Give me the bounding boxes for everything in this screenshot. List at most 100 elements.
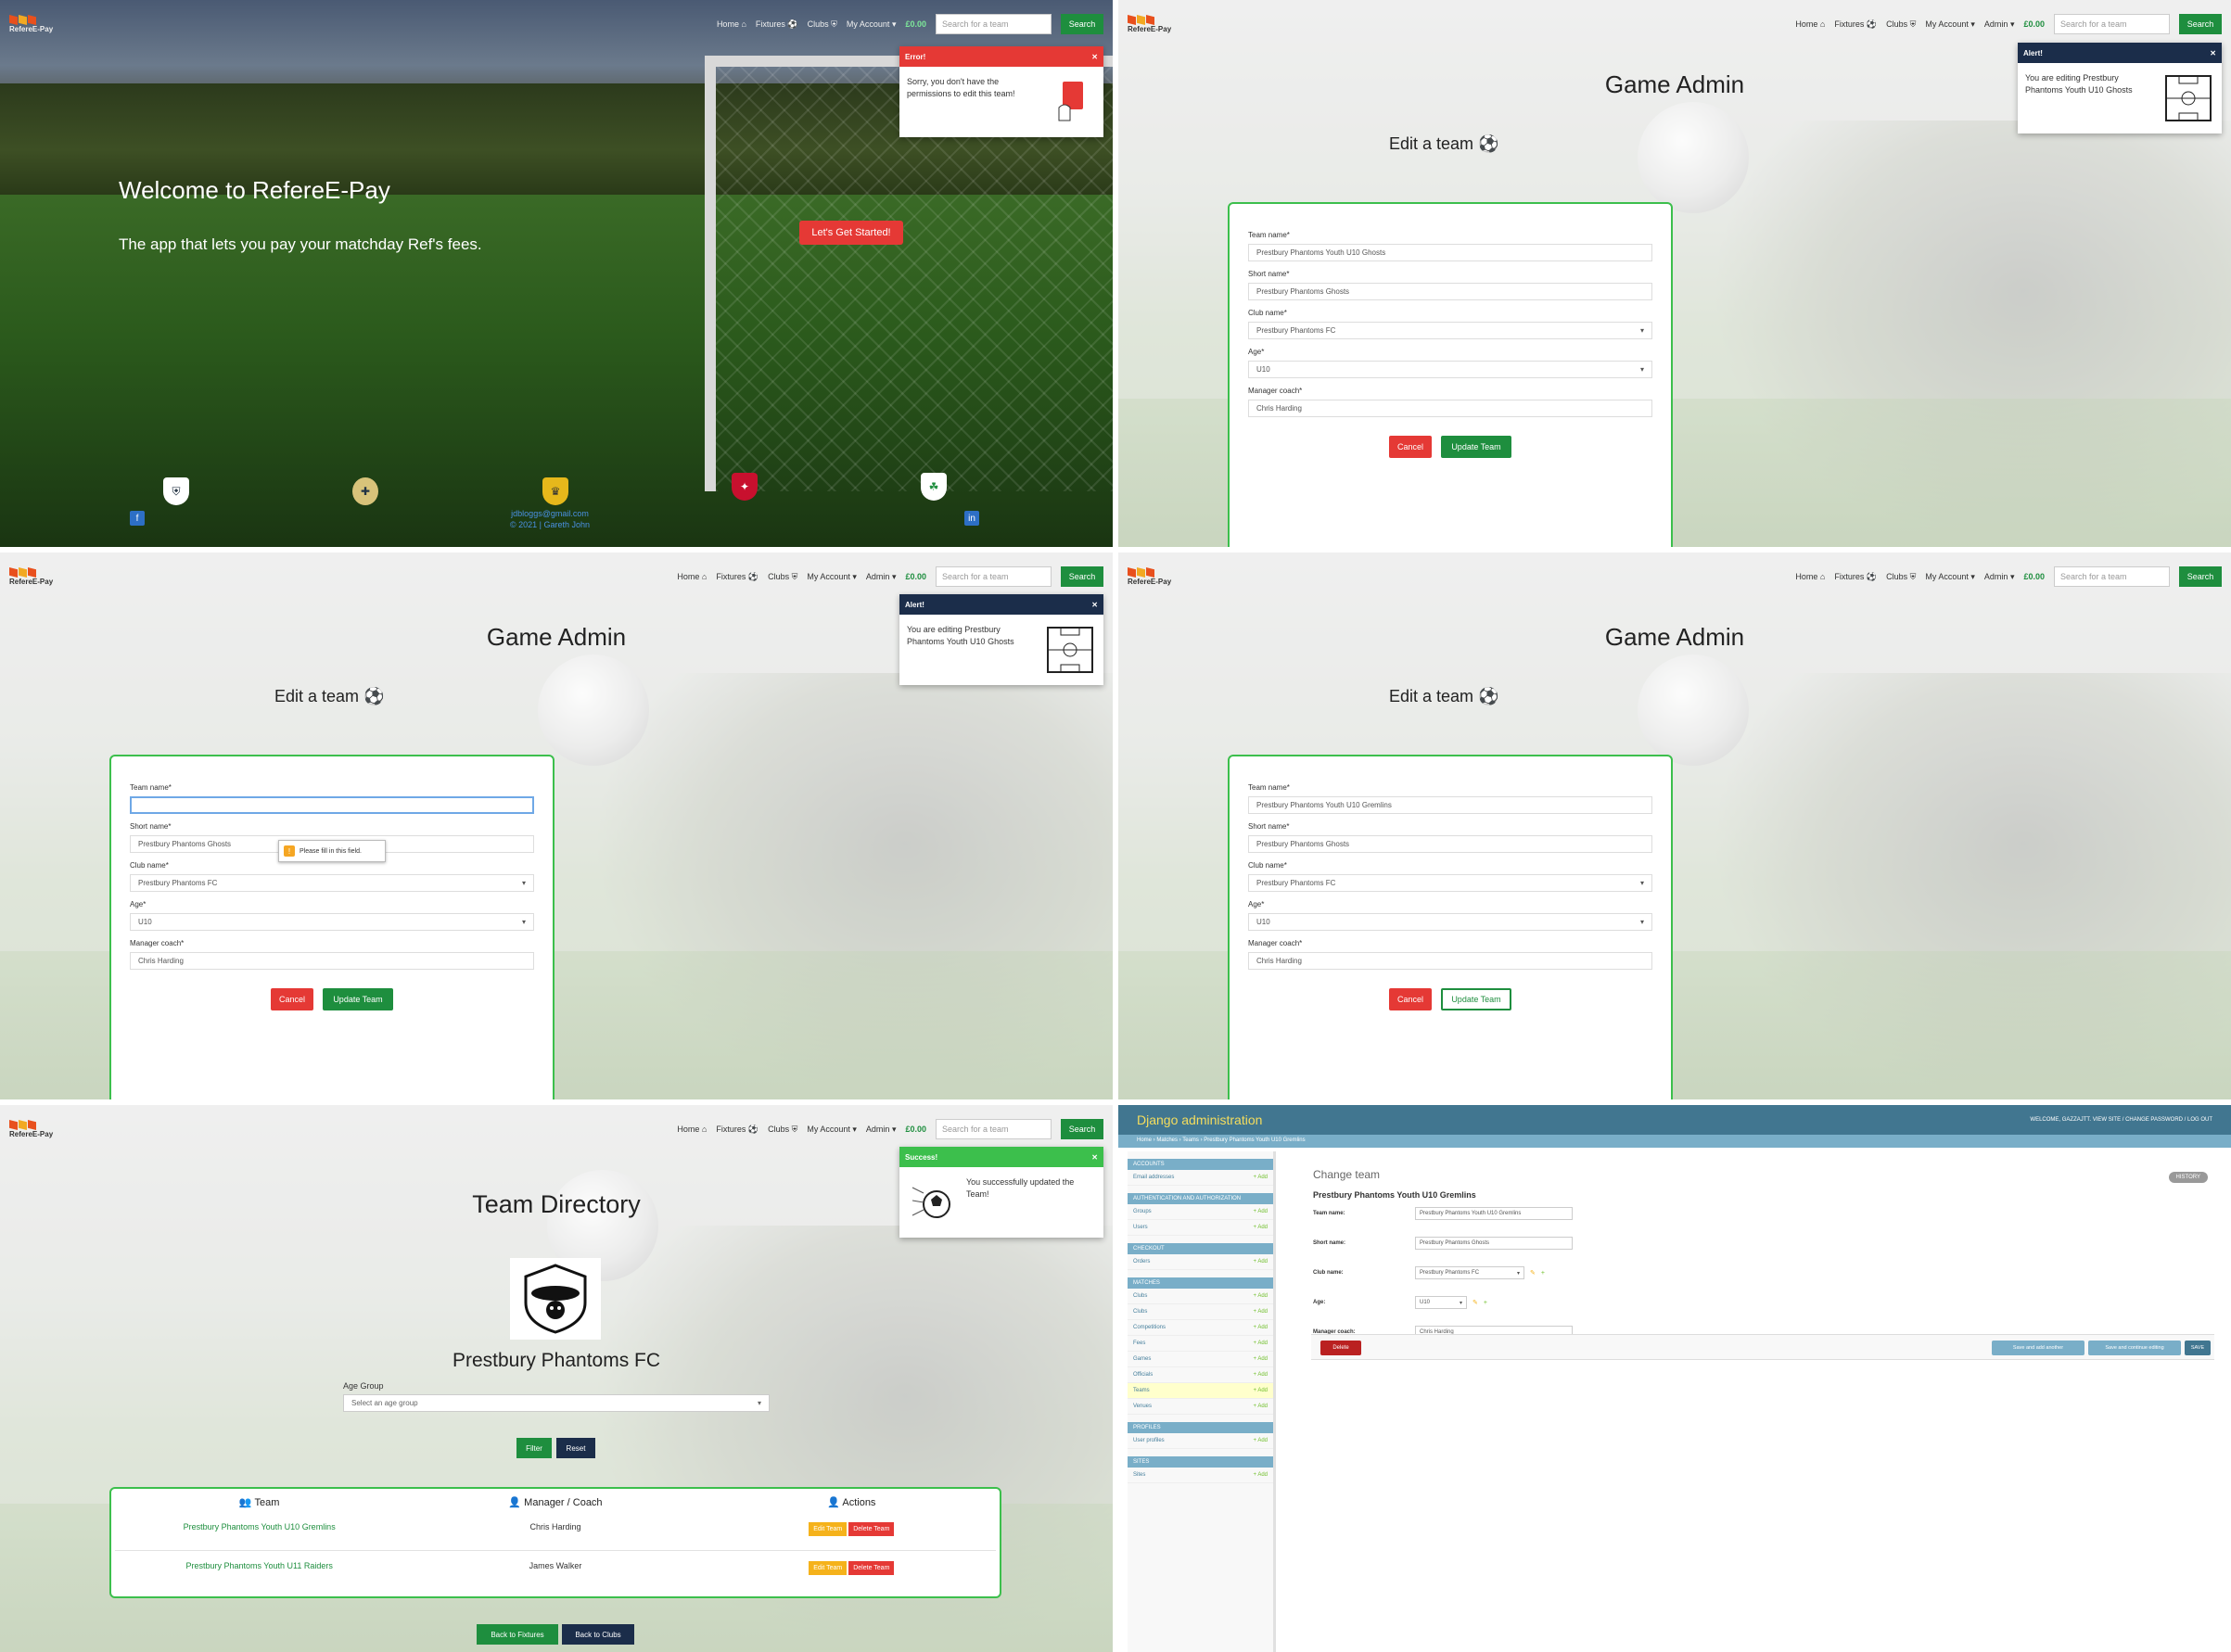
search-button[interactable]: Search (1061, 1119, 1103, 1139)
sidebar-item-label[interactable]: Email addresses (1133, 1175, 1174, 1180)
plus-icon[interactable]: + (1541, 1270, 1545, 1277)
add-link[interactable]: + Add (1253, 1341, 1268, 1346)
add-link[interactable]: + Add (1253, 1175, 1268, 1180)
filter-button[interactable]: Filter (516, 1438, 552, 1458)
save-continue-button[interactable]: Save and continue editing (2088, 1341, 2181, 1355)
nav-home[interactable]: Home ⌂ (717, 19, 746, 29)
search-button[interactable]: Search (2179, 14, 2222, 34)
nav-my-account[interactable]: My Account ▾ (1925, 572, 1975, 582)
nav-clubs[interactable]: Clubs ⛨ (1886, 572, 1916, 582)
add-link[interactable]: + Add (1253, 1372, 1268, 1378)
add-link[interactable]: + Add (1253, 1356, 1268, 1362)
add-link[interactable]: + Add (1253, 1325, 1268, 1330)
update-team-button[interactable]: Update Team (1441, 436, 1511, 458)
team-name-input[interactable]: Prestbury Phantoms Youth U10 Gremlins (1415, 1207, 1573, 1220)
nav-clubs[interactable]: Clubs ⛨ (1886, 19, 1916, 30)
search-input[interactable]: Search for a team (2054, 566, 2170, 587)
nav-admin[interactable]: Admin ▾ (866, 1125, 897, 1135)
save-add-another-button[interactable]: Save and add another (1992, 1341, 2084, 1355)
nav-home[interactable]: Home ⌂ (1795, 572, 1825, 581)
update-team-button[interactable]: Update Team (1441, 988, 1511, 1010)
add-link[interactable]: + Add (1253, 1225, 1268, 1230)
sidebar-item-label[interactable]: Groups (1133, 1209, 1152, 1214)
sidebar-item[interactable]: Venues + Add (1128, 1399, 1273, 1415)
search-input[interactable]: Search for a team (936, 1119, 1052, 1139)
back-to-fixtures-button[interactable]: Back to Fixtures (477, 1624, 558, 1645)
manager-input[interactable]: Chris Harding (1248, 400, 1652, 417)
age-select[interactable]: U10 ▾ (1415, 1296, 1467, 1309)
nav-my-account[interactable]: My Account ▾ (847, 19, 897, 30)
sidebar-section-header[interactable]: AUTHENTICATION AND AUTHORIZATION (1128, 1193, 1273, 1204)
close-icon[interactable]: ✕ (2210, 49, 2216, 57)
edit-team-button[interactable]: Edit Team (809, 1561, 848, 1575)
sidebar-item-label[interactable]: Venues (1133, 1404, 1152, 1409)
sidebar-item-label[interactable]: Teams (1133, 1388, 1150, 1393)
northern-ireland-badge-icon[interactable]: ✚ (352, 477, 378, 505)
add-link[interactable]: + Add (1253, 1209, 1268, 1214)
nav-fixtures[interactable]: Fixtures ⚽ (1834, 572, 1877, 582)
add-link[interactable]: + Add (1253, 1388, 1268, 1393)
team-name-input[interactable] (130, 796, 534, 814)
sidebar-section-header[interactable]: PROFILES (1128, 1422, 1273, 1433)
add-link[interactable]: + Add (1253, 1293, 1268, 1299)
scotland-badge-icon[interactable]: ♛ (542, 477, 568, 505)
add-link[interactable]: + Add (1253, 1438, 1268, 1443)
nav-my-account[interactable]: My Account ▾ (1925, 19, 1975, 30)
sidebar-item-label[interactable]: User profiles (1133, 1438, 1165, 1443)
nav-admin[interactable]: Admin ▾ (1984, 19, 2015, 30)
add-link[interactable]: + Add (1253, 1309, 1268, 1315)
club-name-select[interactable]: Prestbury Phantoms FC ▾ (130, 874, 534, 892)
age-group-select[interactable]: Select an age group ▾ (343, 1394, 770, 1412)
add-link[interactable]: + Add (1253, 1404, 1268, 1409)
age-select[interactable]: U10 ▾ (1248, 361, 1652, 378)
search-button[interactable]: Search (1061, 566, 1103, 587)
reset-button[interactable]: Reset (556, 1438, 595, 1458)
delete-button[interactable]: Delete (1320, 1341, 1361, 1355)
sidebar-item[interactable]: Email addresses + Add (1128, 1170, 1273, 1186)
manager-input[interactable]: Chris Harding (1248, 952, 1652, 970)
sidebar-item-label[interactable]: Competitions (1133, 1325, 1166, 1330)
nav-clubs[interactable]: Clubs ⛨ (768, 1125, 797, 1135)
sidebar-item-label[interactable]: Orders (1133, 1259, 1150, 1264)
delete-team-button[interactable]: Delete Team (848, 1522, 895, 1536)
sidebar-item[interactable]: Sites + Add (1128, 1468, 1273, 1483)
close-icon[interactable]: ✕ (1091, 53, 1098, 61)
search-input[interactable]: Search for a team (2054, 14, 2170, 34)
sidebar-item[interactable]: Orders + Add (1128, 1254, 1273, 1270)
sidebar-section-header[interactable]: ACCOUNTS (1128, 1159, 1273, 1170)
team-name-input[interactable]: Prestbury Phantoms Youth U10 Ghosts (1248, 244, 1652, 261)
ireland-badge-icon[interactable]: ☘ (921, 473, 947, 501)
sidebar-item-label[interactable]: Clubs (1133, 1293, 1147, 1299)
search-input[interactable]: Search for a team (936, 14, 1052, 34)
sidebar-item[interactable]: Clubs + Add (1128, 1304, 1273, 1320)
nav-home[interactable]: Home ⌂ (1795, 19, 1825, 29)
brand-logo[interactable]: RefereE-Pay (1128, 567, 1192, 586)
facebook-icon[interactable]: f (130, 511, 145, 526)
get-started-button[interactable]: Let's Get Started! (799, 221, 903, 245)
nav-home[interactable]: Home ⌂ (677, 1125, 707, 1134)
team-link[interactable]: Prestbury Phantoms Youth U10 Gremlins (111, 1522, 407, 1536)
user-tools[interactable]: WELCOME, GAZZAJTT. VIEW SITE / CHANGE PA… (2030, 1117, 2212, 1123)
history-button[interactable]: HISTORY (2168, 1172, 2208, 1183)
back-to-clubs-button[interactable]: Back to Clubs (562, 1624, 634, 1645)
nav-clubs[interactable]: Clubs ⛨ (768, 572, 797, 582)
nav-fixtures[interactable]: Fixtures ⚽ (1834, 19, 1877, 30)
sidebar-item[interactable]: Groups + Add (1128, 1204, 1273, 1220)
edit-team-button[interactable]: Edit Team (809, 1522, 848, 1536)
delete-team-button[interactable]: Delete Team (848, 1561, 895, 1575)
short-name-input[interactable]: Prestbury Phantoms Ghosts (1248, 283, 1652, 300)
sidebar-item[interactable]: Competitions + Add (1128, 1320, 1273, 1336)
sidebar-item[interactable]: User profiles + Add (1128, 1433, 1273, 1449)
club-name-select[interactable]: Prestbury Phantoms FC ▾ (1248, 322, 1652, 339)
brand-logo[interactable]: RefereE-Pay (9, 15, 74, 33)
sidebar-item-label[interactable]: Officials (1133, 1372, 1153, 1378)
age-select[interactable]: U10 ▾ (130, 913, 534, 931)
sidebar-section-header[interactable]: SITES (1128, 1456, 1273, 1468)
sidebar-item[interactable]: Teams + Add (1128, 1383, 1273, 1399)
sidebar-item-label[interactable]: Games (1133, 1356, 1151, 1362)
nav-admin[interactable]: Admin ▾ (866, 572, 897, 582)
sidebar-item-label[interactable]: Sites (1133, 1472, 1145, 1478)
close-icon[interactable]: ✕ (1091, 1153, 1098, 1162)
wales-badge-icon[interactable]: ✦ (732, 473, 758, 501)
search-button[interactable]: Search (2179, 566, 2222, 587)
